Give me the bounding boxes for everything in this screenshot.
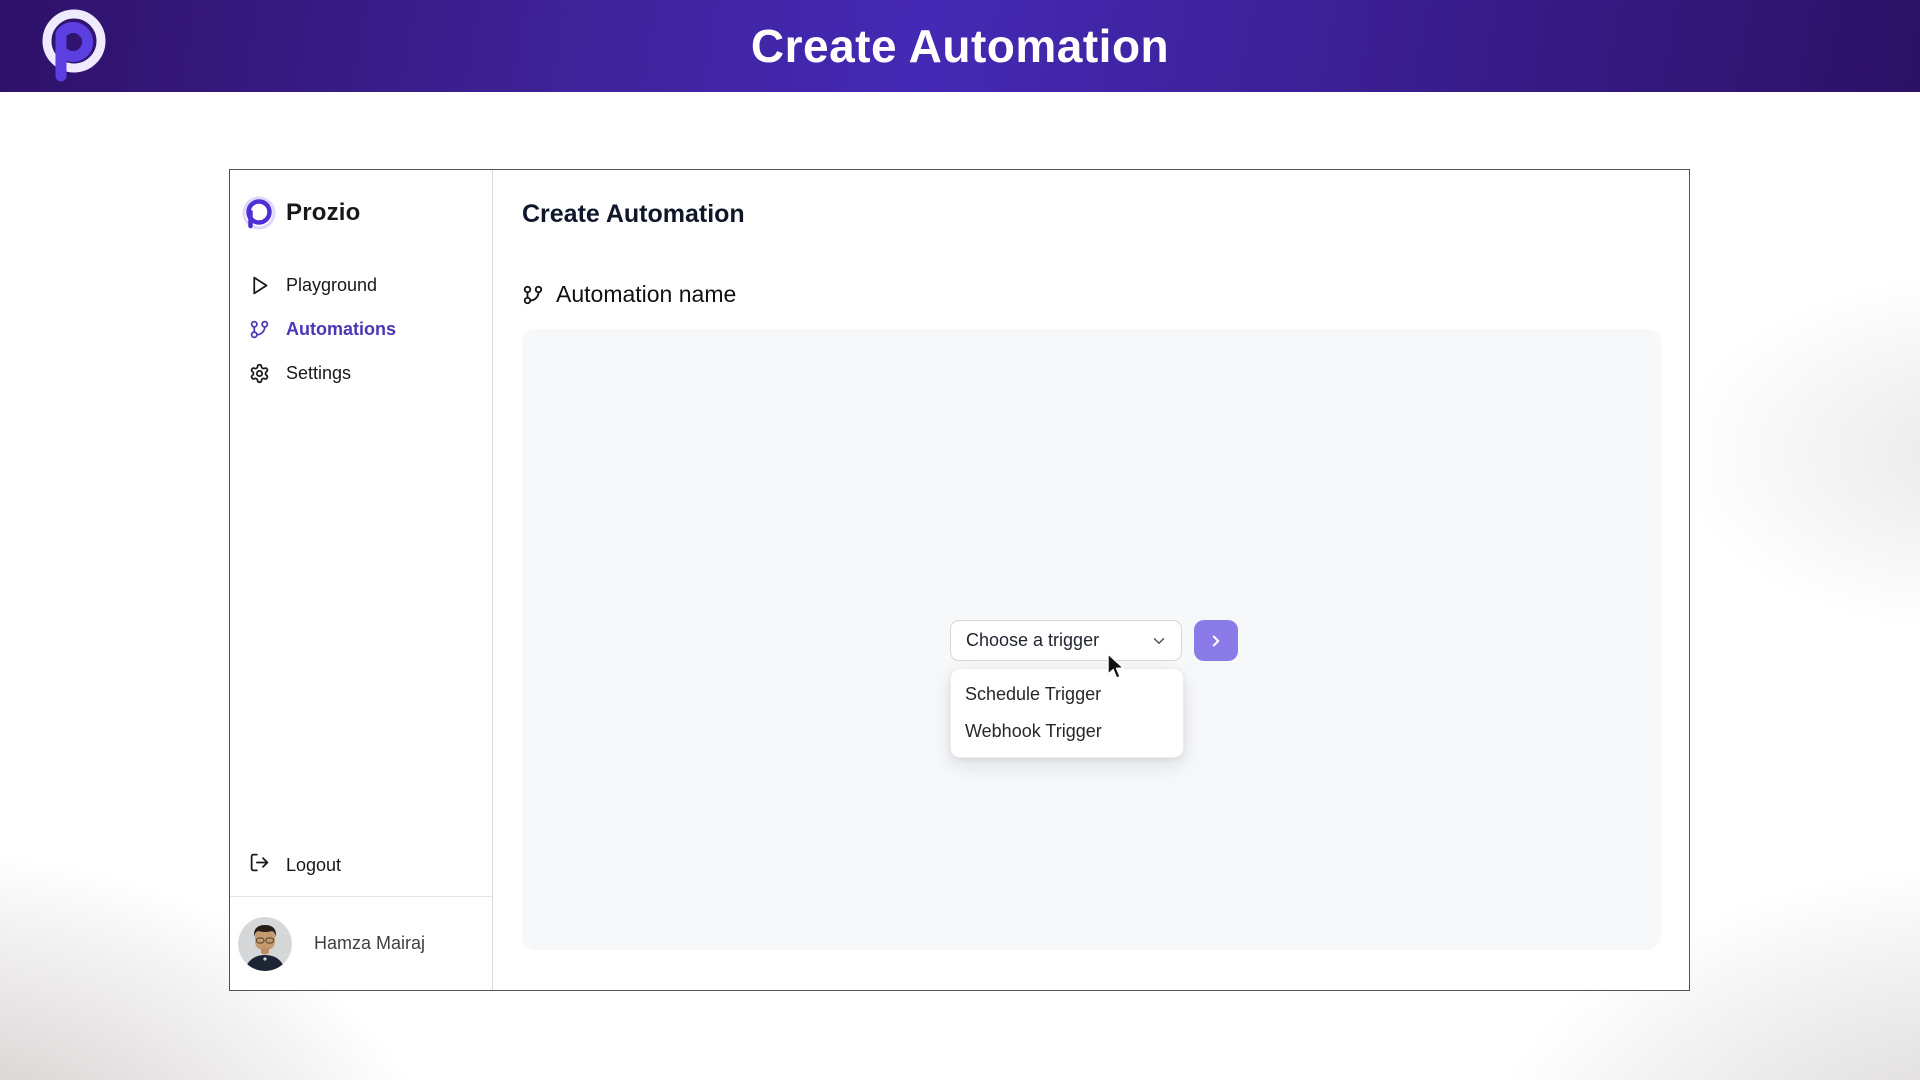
user-profile: Hamza Mairaj — [230, 896, 492, 990]
sidebar-item-label: Settings — [286, 363, 351, 384]
menu-item-label: Webhook Trigger — [965, 721, 1102, 742]
sidebar-brand: Prozio — [230, 170, 492, 230]
play-icon — [249, 275, 270, 296]
gear-icon — [249, 363, 270, 384]
git-branch-icon — [522, 284, 544, 306]
sidebar-item-automations[interactable]: Automations — [230, 312, 492, 346]
logout-label: Logout — [286, 855, 341, 876]
chevron-right-icon — [1207, 632, 1225, 650]
sidebar-item-playground[interactable]: Playground — [230, 268, 492, 302]
trigger-select-value: Choose a trigger — [966, 630, 1099, 651]
trigger-controls: Choose a trigger — [950, 620, 1238, 661]
next-button[interactable] — [1194, 620, 1238, 661]
chevron-down-icon — [1150, 632, 1168, 650]
sidebar-item-label: Automations — [286, 319, 396, 340]
main-pane: Create Automation Automation name Choose… — [493, 170, 1689, 990]
automation-name-label: Automation name — [556, 281, 736, 308]
sidebar: Prozio Playground Automations Settings — [230, 170, 493, 990]
trigger-select[interactable]: Choose a trigger — [950, 620, 1182, 661]
sidebar-item-settings[interactable]: Settings — [230, 356, 492, 390]
logout-icon — [249, 852, 270, 878]
logout-button[interactable]: Logout — [230, 852, 492, 878]
menu-item-schedule-trigger[interactable]: Schedule Trigger — [951, 676, 1183, 713]
sidebar-nav: Playground Automations Settings — [230, 268, 492, 390]
menu-item-label: Schedule Trigger — [965, 684, 1101, 705]
app-window: Prozio Playground Automations Settings — [229, 169, 1690, 991]
trigger-dropdown-menu: Schedule Trigger Webhook Trigger — [950, 668, 1184, 758]
automation-canvas: Choose a trigger Schedule Trigger Webhoo… — [522, 329, 1661, 950]
git-branch-icon — [249, 319, 270, 340]
user-name: Hamza Mairaj — [314, 933, 425, 954]
sidebar-item-label: Playground — [286, 275, 377, 296]
brand-name: Prozio — [286, 199, 361, 227]
main-title: Create Automation — [522, 200, 1661, 229]
page-title: Create Automation — [751, 19, 1169, 73]
prozio-logo-icon — [242, 196, 276, 230]
top-banner: Create Automation — [0, 0, 1920, 92]
automation-name-row[interactable]: Automation name — [522, 281, 1661, 308]
menu-item-webhook-trigger[interactable]: Webhook Trigger — [951, 713, 1183, 750]
avatar — [238, 917, 292, 971]
brand-logo-icon — [34, 4, 112, 88]
